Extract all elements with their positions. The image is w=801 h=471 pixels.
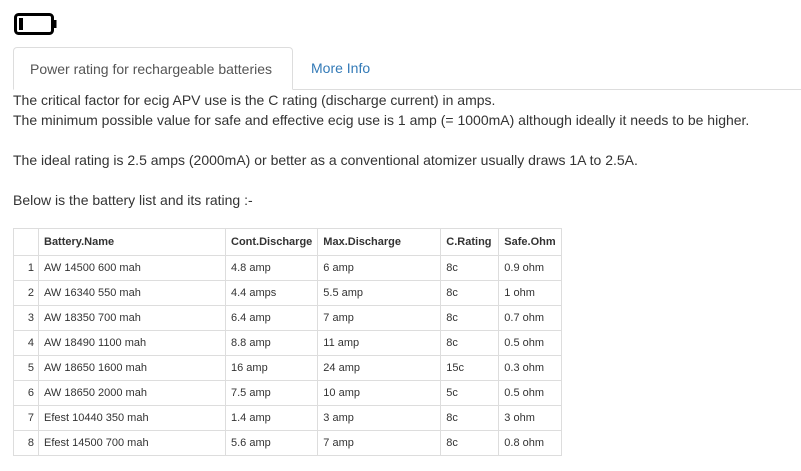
- max-discharge-cell: 7 amp: [317, 430, 442, 456]
- c-rating-cell: 8c: [440, 255, 500, 281]
- table-row: 2 AW 16340 550 mah 4.4 amps 5.5 amp 8c 1 ohm: [13, 280, 562, 306]
- c-rating-cell: 8c: [440, 330, 500, 356]
- header-battery-name: Battery.Name: [38, 228, 226, 256]
- table-row: 4 AW 18490 1100 mah 8.8 amp 11 amp 8c 0.5 ohm: [13, 330, 562, 356]
- battery-name-cell: Efest 14500 700 mah: [38, 430, 226, 456]
- cont-discharge-cell: 8.8 amp: [224, 330, 319, 356]
- max-discharge-cell: 5.5 amp: [317, 280, 442, 306]
- row-index: 4: [13, 330, 39, 356]
- header-c-rating: C.Rating: [440, 228, 500, 256]
- c-rating-cell: 8c: [440, 405, 500, 431]
- max-discharge-cell: 24 amp: [317, 355, 442, 381]
- battery-name-cell: AW 18650 1600 mah: [38, 355, 226, 381]
- max-discharge-cell: 3 amp: [317, 405, 442, 431]
- row-index: 6: [13, 380, 39, 406]
- table-row: 6 AW 18650 2000 mah 7.5 amp 10 amp 5c 0.5 ohm: [13, 380, 562, 406]
- cont-discharge-cell: 16 amp: [224, 355, 319, 381]
- header-max-discharge: Max.Discharge: [317, 228, 442, 256]
- table-header-row: Battery.Name Cont.Discharge Max.Discharg…: [13, 228, 562, 256]
- table-row: 5 AW 18650 1600 mah 16 amp 24 amp 15c 0.3 ohm: [13, 355, 562, 381]
- cont-discharge-cell: 5.6 amp: [224, 430, 319, 456]
- row-index: 7: [13, 405, 39, 431]
- table-row: 8 Efest 14500 700 mah 5.6 amp 7 amp 8c 0.8 oh…: [13, 430, 562, 456]
- intro-line-1: The critical factor for ecig APV use is …: [13, 92, 496, 108]
- row-index: 2: [13, 280, 39, 306]
- row-index: 3: [13, 305, 39, 331]
- battery-name-cell: AW 18350 700 mah: [38, 305, 226, 331]
- safe-ohm-cell: 0.5 ohm: [498, 330, 562, 356]
- header-safe-ohm: Safe.Ohm: [498, 228, 562, 256]
- safe-ohm-cell: 0.3 ohm: [498, 355, 562, 381]
- safe-ohm-cell: 1 ohm: [498, 280, 562, 306]
- safe-ohm-cell: 0.8 ohm: [498, 430, 562, 456]
- battery-table: Battery.Name Cont.Discharge Max.Discharg…: [13, 228, 562, 456]
- c-rating-cell: 8c: [440, 430, 500, 456]
- max-discharge-cell: 6 amp: [317, 255, 442, 281]
- row-index: 5: [13, 355, 39, 381]
- c-rating-cell: 15c: [440, 355, 500, 381]
- safe-ohm-cell: 3 ohm: [498, 405, 562, 431]
- tab-bar: Power rating for rechargeable batteries …: [13, 47, 801, 90]
- battery-name-cell: AW 14500 600 mah: [38, 255, 226, 281]
- cont-discharge-cell: 4.8 amp: [224, 255, 319, 281]
- cont-discharge-cell: 4.4 amps: [224, 280, 319, 306]
- battery-name-cell: AW 18650 2000 mah: [38, 380, 226, 406]
- tab-power-rating[interactable]: Power rating for rechargeable batteries: [13, 47, 293, 90]
- c-rating-cell: 5c: [440, 380, 500, 406]
- table-row: 3 AW 18350 700 mah 6.4 amp 7 amp 8c 0.7 ohm: [13, 305, 562, 331]
- tab-more-info[interactable]: More Info: [311, 47, 370, 89]
- max-discharge-cell: 7 amp: [317, 305, 442, 331]
- header-cont-discharge: Cont.Discharge: [224, 228, 319, 256]
- row-index: 8: [13, 430, 39, 456]
- intro-line-4: Below is the battery list and its rating…: [13, 192, 253, 208]
- max-discharge-cell: 10 amp: [317, 380, 442, 406]
- safe-ohm-cell: 0.7 ohm: [498, 305, 562, 331]
- intro-line-3: The ideal rating is 2.5 amps (2000mA) or…: [13, 152, 638, 168]
- row-index: 1: [13, 255, 39, 281]
- table-row: 1 AW 14500 600 mah 4.8 amp 6 amp 8c 0.9 ohm: [13, 255, 562, 281]
- cont-discharge-cell: 6.4 amp: [224, 305, 319, 331]
- max-discharge-cell: 11 amp: [317, 330, 442, 356]
- cont-discharge-cell: 1.4 amp: [224, 405, 319, 431]
- header-index: [13, 228, 39, 256]
- c-rating-cell: 8c: [440, 305, 500, 331]
- intro-text: The critical factor for ecig APV use is …: [13, 90, 793, 210]
- battery-name-cell: AW 18490 1100 mah: [38, 330, 226, 356]
- table-row: 7 Efest 10440 350 mah 1.4 amp 3 amp 8c 3 ohm: [13, 405, 562, 431]
- safe-ohm-cell: 0.5 ohm: [498, 380, 562, 406]
- cont-discharge-cell: 7.5 amp: [224, 380, 319, 406]
- battery-name-cell: Efest 10440 350 mah: [38, 405, 226, 431]
- battery-empty-icon: [14, 13, 57, 35]
- table-body: 1 AW 14500 600 mah 4.8 amp 6 amp 8c 0.9 ohm 2 A…: [13, 255, 562, 456]
- battery-name-cell: AW 16340 550 mah: [38, 280, 226, 306]
- safe-ohm-cell: 0.9 ohm: [498, 255, 562, 281]
- intro-line-2: The minimum possible value for safe and …: [13, 112, 750, 128]
- c-rating-cell: 8c: [440, 280, 500, 306]
